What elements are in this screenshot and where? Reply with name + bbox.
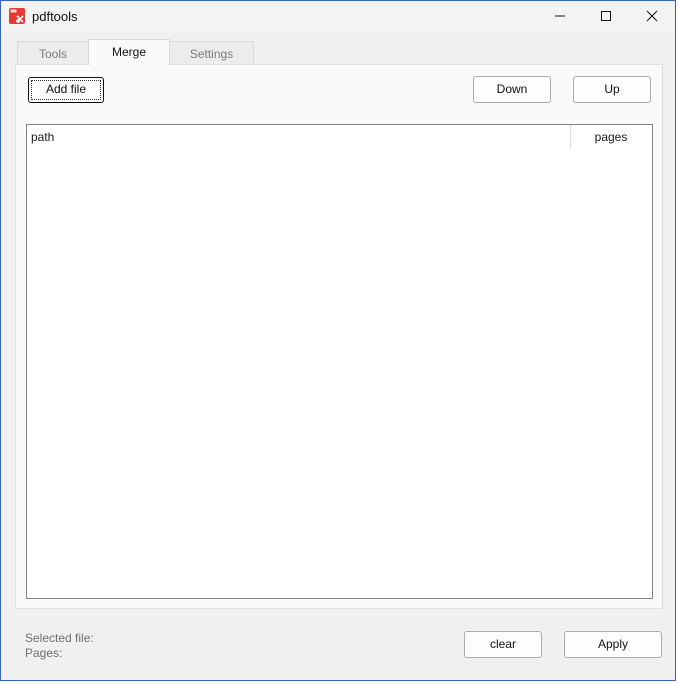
app-window: pdftools Tools Merge Settings Add file D… (0, 0, 676, 681)
file-list-header: path pages (27, 125, 652, 149)
merge-panel: Add file Down Up path pages (15, 64, 663, 609)
maximize-icon (601, 11, 611, 21)
minimize-button[interactable] (537, 1, 583, 32)
window-title: pdftools (32, 9, 78, 24)
column-header-path[interactable]: path (31, 130, 54, 144)
file-list[interactable]: path pages (26, 124, 653, 599)
close-icon (646, 10, 658, 22)
selected-file-label: Selected file: (25, 631, 94, 645)
tab-tools[interactable]: Tools (17, 41, 89, 65)
column-header-pages[interactable]: pages (571, 130, 651, 144)
move-down-button[interactable]: Down (473, 76, 551, 103)
add-file-button[interactable]: Add file (28, 77, 104, 103)
minimize-icon (555, 15, 565, 17)
pages-label: Pages: (25, 646, 63, 660)
clear-button[interactable]: clear (464, 631, 542, 658)
tab-merge[interactable]: Merge (88, 39, 170, 65)
title-bar[interactable]: pdftools (1, 1, 675, 32)
pdf-app-icon (9, 8, 25, 24)
apply-button[interactable]: Apply (564, 631, 662, 658)
close-button[interactable] (629, 1, 675, 32)
focus-ring (31, 80, 101, 100)
tab-settings[interactable]: Settings (169, 41, 254, 65)
move-up-button[interactable]: Up (573, 76, 651, 103)
maximize-button[interactable] (583, 1, 629, 32)
